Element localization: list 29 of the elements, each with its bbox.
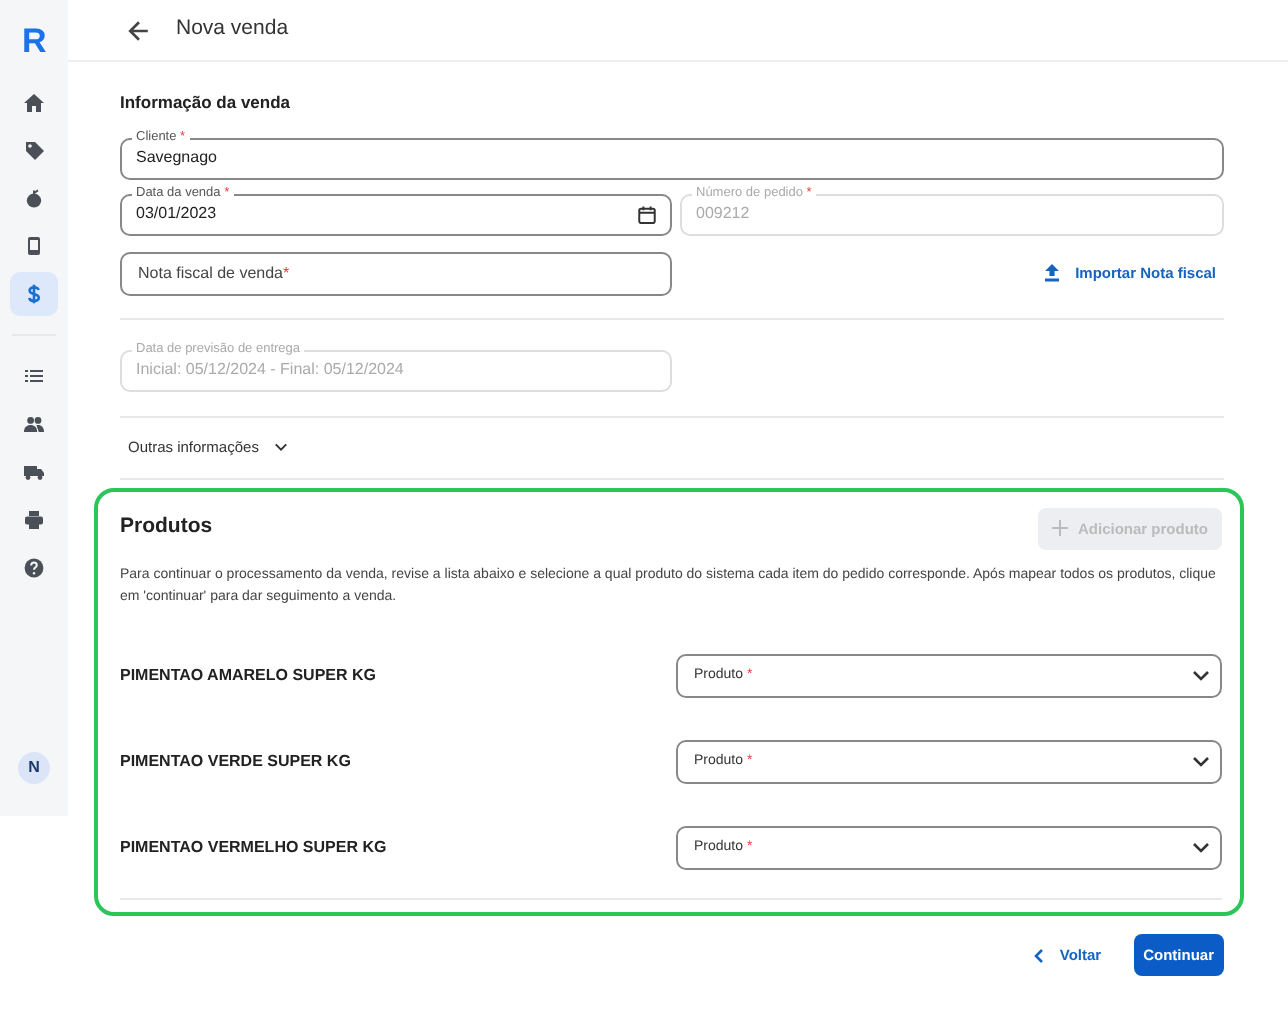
logo: R bbox=[22, 24, 46, 58]
chevron-icon bbox=[274, 441, 289, 452]
back-icon[interactable] bbox=[128, 19, 150, 41]
chevron-icon bbox=[1033, 947, 1044, 964]
chevron-icon bbox=[1192, 755, 1210, 768]
upload-icon bbox=[1043, 264, 1060, 283]
printer-icon bbox=[24, 510, 44, 530]
dollar-icon bbox=[24, 284, 44, 304]
help-icon bbox=[24, 558, 44, 578]
calendar-icon[interactable] bbox=[638, 205, 656, 223]
section-title: Informação da venda bbox=[120, 90, 293, 116]
input-field[interactable]: Nota fiscal de venda* bbox=[120, 251, 672, 296]
list-icon bbox=[24, 366, 44, 386]
people-icon bbox=[24, 414, 44, 434]
page-title: Nova venda bbox=[176, 14, 289, 45]
apple-icon bbox=[24, 188, 44, 208]
user-avatar[interactable]: N bbox=[18, 752, 50, 784]
device-icon bbox=[24, 236, 44, 256]
panel-title: Produtos bbox=[120, 512, 213, 543]
product-name: PIMENTAO VERDE SUPER KG bbox=[120, 749, 351, 774]
tag-icon bbox=[24, 140, 44, 160]
product-name: PIMENTAO VERMELHO SUPER KG bbox=[120, 835, 387, 860]
home-icon bbox=[24, 92, 44, 112]
plus-icon bbox=[1052, 520, 1068, 537]
chevron-icon bbox=[1192, 669, 1210, 682]
sidebar-item[interactable] bbox=[10, 272, 58, 316]
truck-icon bbox=[24, 462, 44, 482]
product-name: PIMENTAO AMARELO SUPER KG bbox=[120, 663, 377, 688]
chevron-icon bbox=[1192, 841, 1210, 854]
